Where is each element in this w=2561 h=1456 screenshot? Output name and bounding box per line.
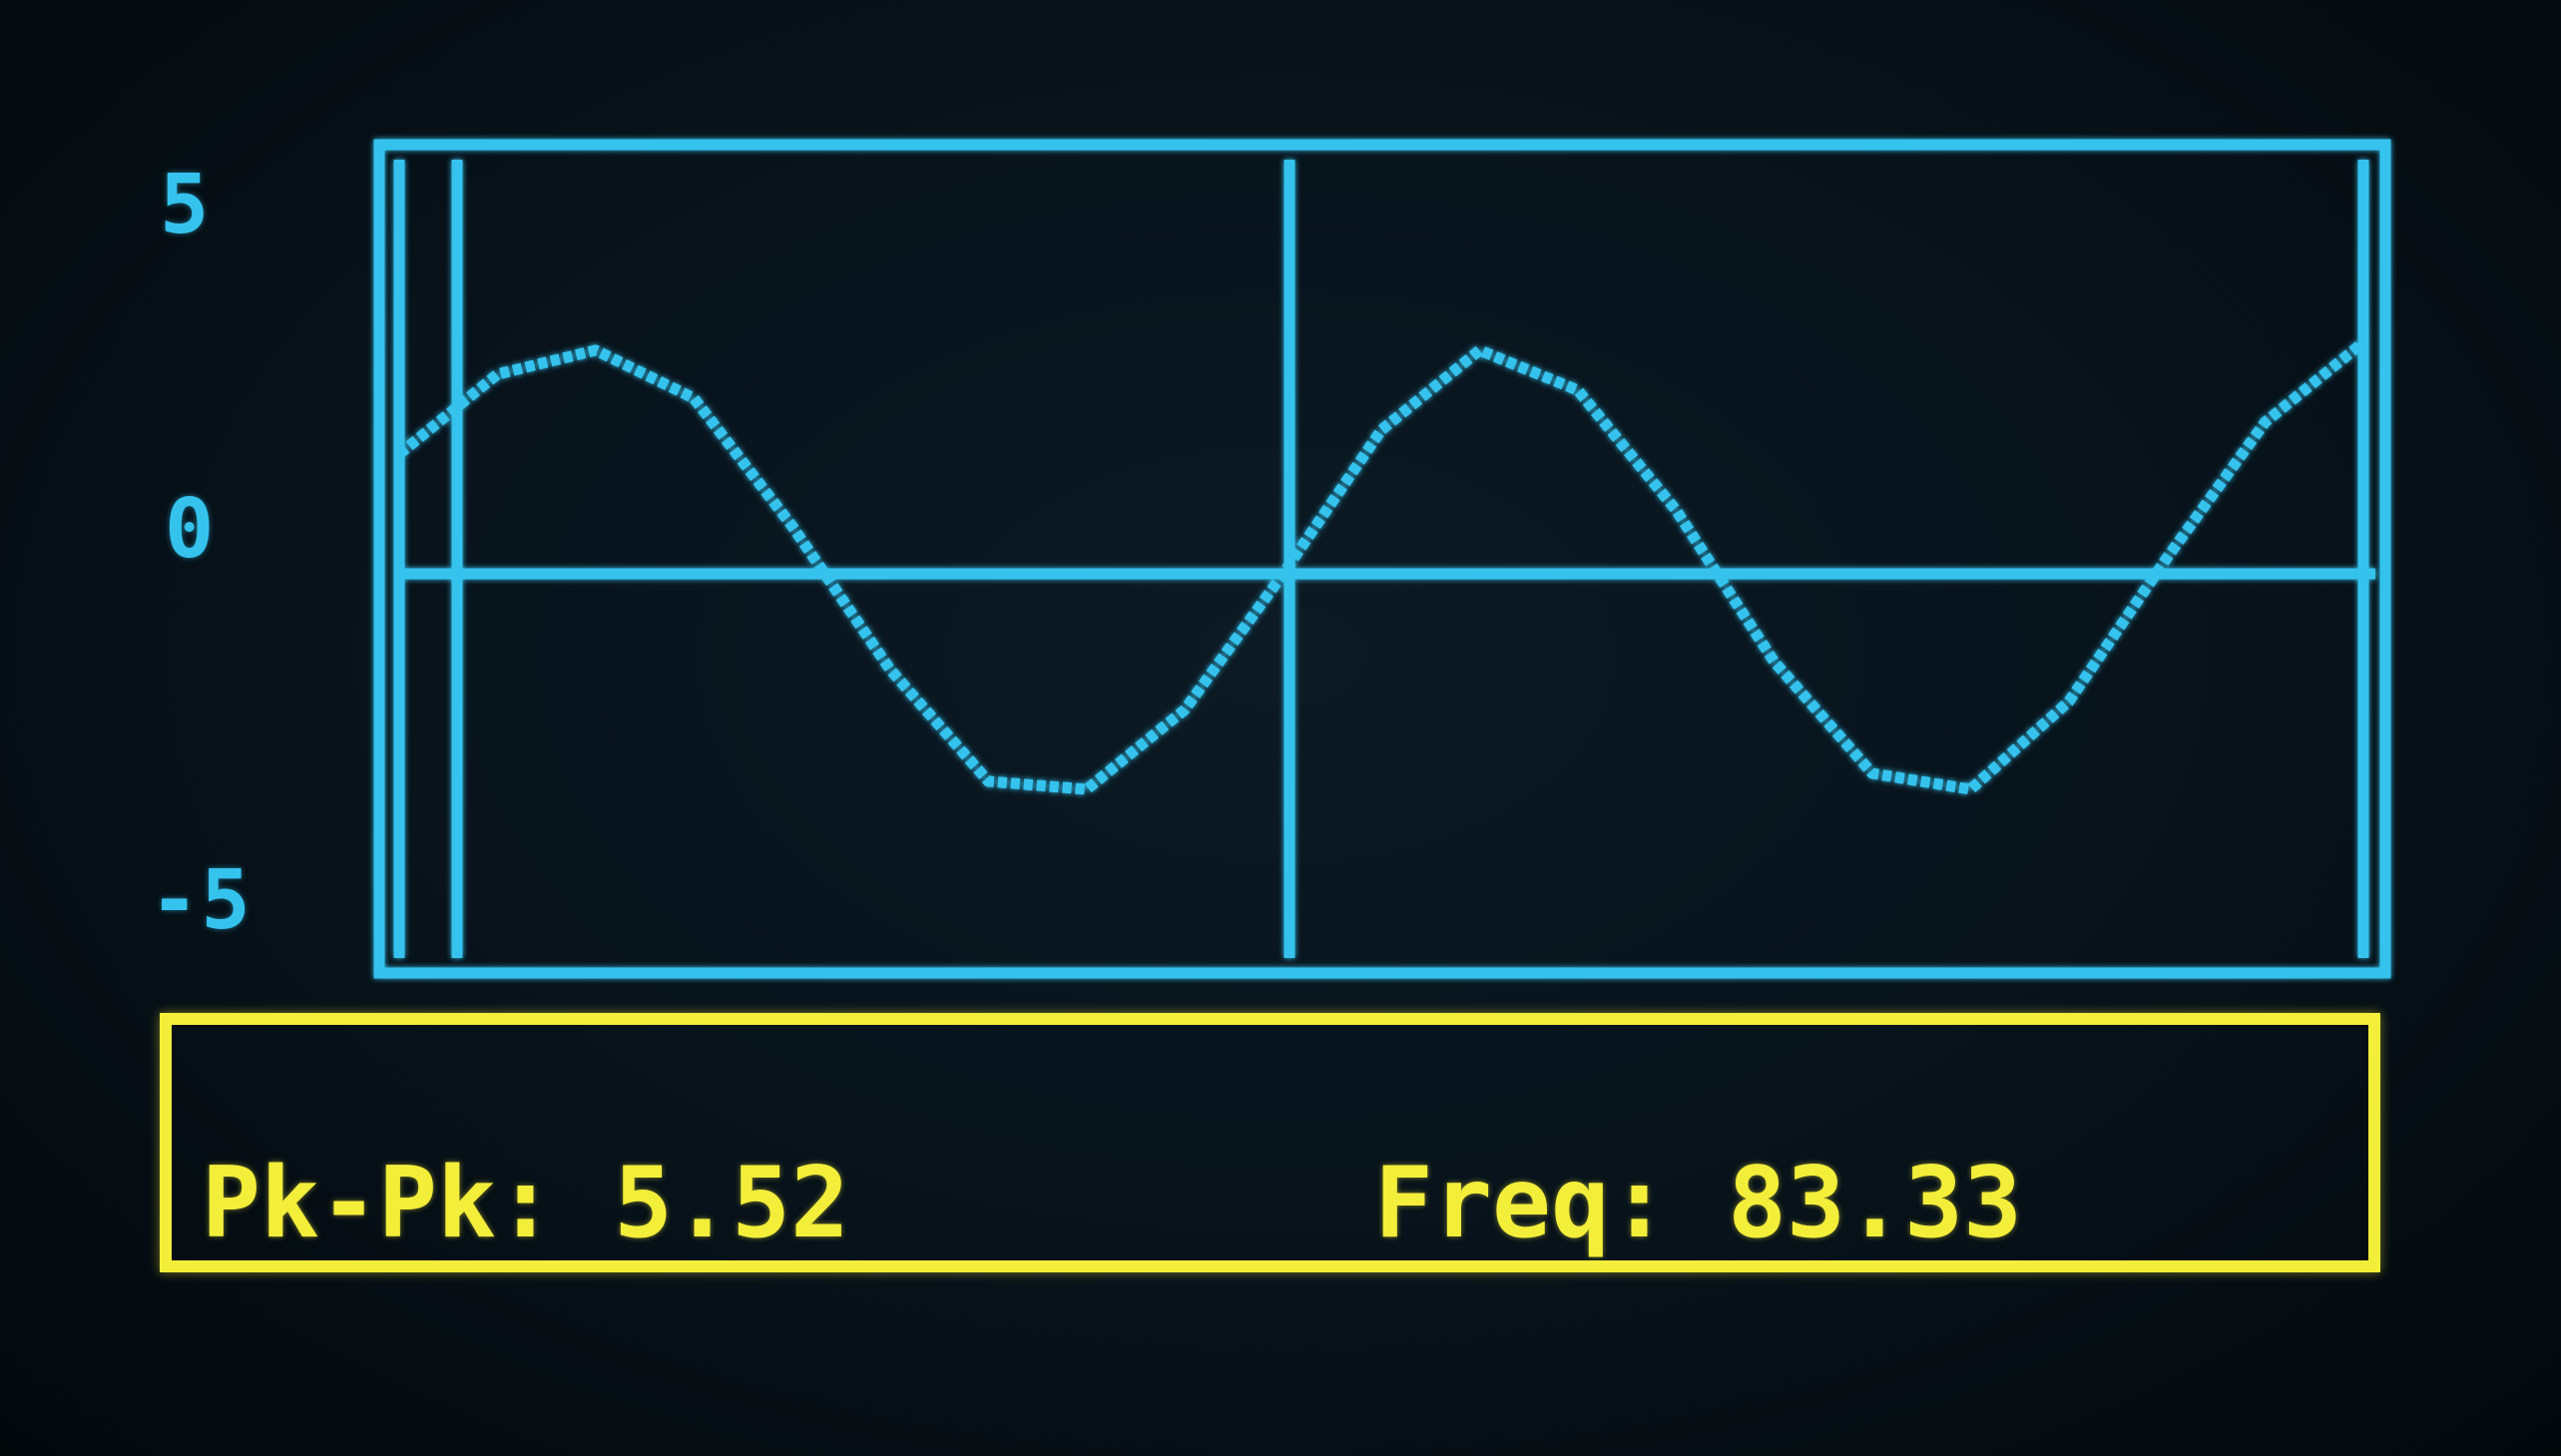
pkpk-value: 5.52 xyxy=(614,1147,850,1260)
oscilloscope-screen: 5 0 -5 Pk-Pk: 5.52 Freq: 83.33 xyxy=(0,0,2561,1456)
waveform-plot xyxy=(373,139,2391,979)
waveform-trace xyxy=(395,337,2367,795)
frequency-readout: Freq: 83.33 xyxy=(1374,1155,2022,1252)
pkpk-label: Pk-Pk: xyxy=(202,1147,556,1260)
measurement-panel: Pk-Pk: 5.52 Freq: 83.33 xyxy=(160,1013,2380,1272)
freq-label: Freq: xyxy=(1374,1147,1670,1260)
freq-value: 83.33 xyxy=(1728,1147,2023,1260)
peak-to-peak-readout: Pk-Pk: 5.52 xyxy=(202,1155,849,1252)
plot-frame xyxy=(373,139,2391,979)
